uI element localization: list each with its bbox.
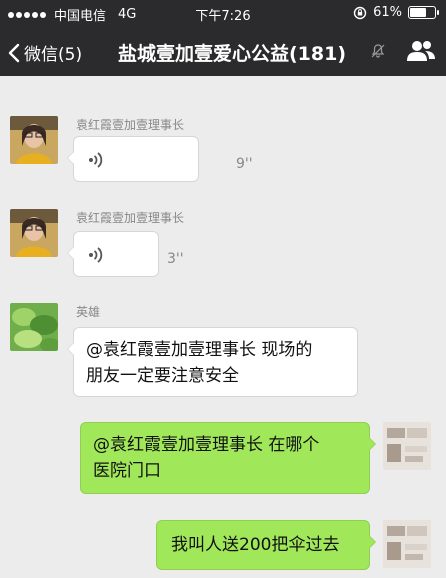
back-chevron-icon xyxy=(8,43,20,62)
voice-duration: 9'' xyxy=(236,156,253,172)
text-message-bubble[interactable]: @袁红霞壹加壹理事长 现场的 朋友一定要注意安全 xyxy=(67,327,358,397)
chat-title: 盐城壹加壹爱心公益(181) xyxy=(118,43,347,65)
back-label: 微信(5) xyxy=(24,45,83,65)
status-right: 61% xyxy=(353,5,439,20)
sender-name: 袁红霞壹加壹理事长 xyxy=(76,118,185,132)
chat-header: 微信(5) 盐城壹加壹爱心公益(181) xyxy=(0,26,446,76)
status-bar: 中国电信 4G 下午7:26 61% xyxy=(0,0,446,26)
text-message-bubble[interactable]: @袁红霞壹加壹理事长 在哪个 医院门口 xyxy=(80,422,376,494)
voice-wave-icon xyxy=(89,152,103,168)
battery-icon xyxy=(408,6,439,19)
voice-duration: 3'' xyxy=(167,251,184,267)
sender-name: 袁红霞壹加壹理事长 xyxy=(76,211,185,225)
lock-rotation-icon xyxy=(353,6,367,19)
avatar[interactable] xyxy=(10,303,58,351)
sender-name: 英雄 xyxy=(76,305,101,319)
text-message-bubble[interactable]: 我叫人送200把伞过去 xyxy=(156,520,376,570)
avatar[interactable] xyxy=(383,422,431,470)
voice-message-bubble[interactable] xyxy=(67,136,199,182)
message-line: 医院门口 xyxy=(93,461,161,481)
avatar[interactable] xyxy=(10,116,58,164)
mute-icon xyxy=(371,44,385,58)
group-members-icon[interactable] xyxy=(406,39,436,63)
back-button[interactable]: 微信(5) xyxy=(8,40,82,65)
battery-percent: 61% xyxy=(373,5,402,20)
message-line: 我叫人送200把伞过去 xyxy=(171,535,340,555)
message-line: 朋友一定要注意安全 xyxy=(86,366,239,386)
voice-message-bubble[interactable] xyxy=(67,231,159,277)
message-line: @袁红霞壹加壹理事长 现场的 xyxy=(86,340,313,360)
voice-wave-icon xyxy=(89,247,103,263)
avatar[interactable] xyxy=(10,209,58,257)
avatar[interactable] xyxy=(383,520,431,568)
message-line: @袁红霞壹加壹理事长 在哪个 xyxy=(93,435,320,455)
